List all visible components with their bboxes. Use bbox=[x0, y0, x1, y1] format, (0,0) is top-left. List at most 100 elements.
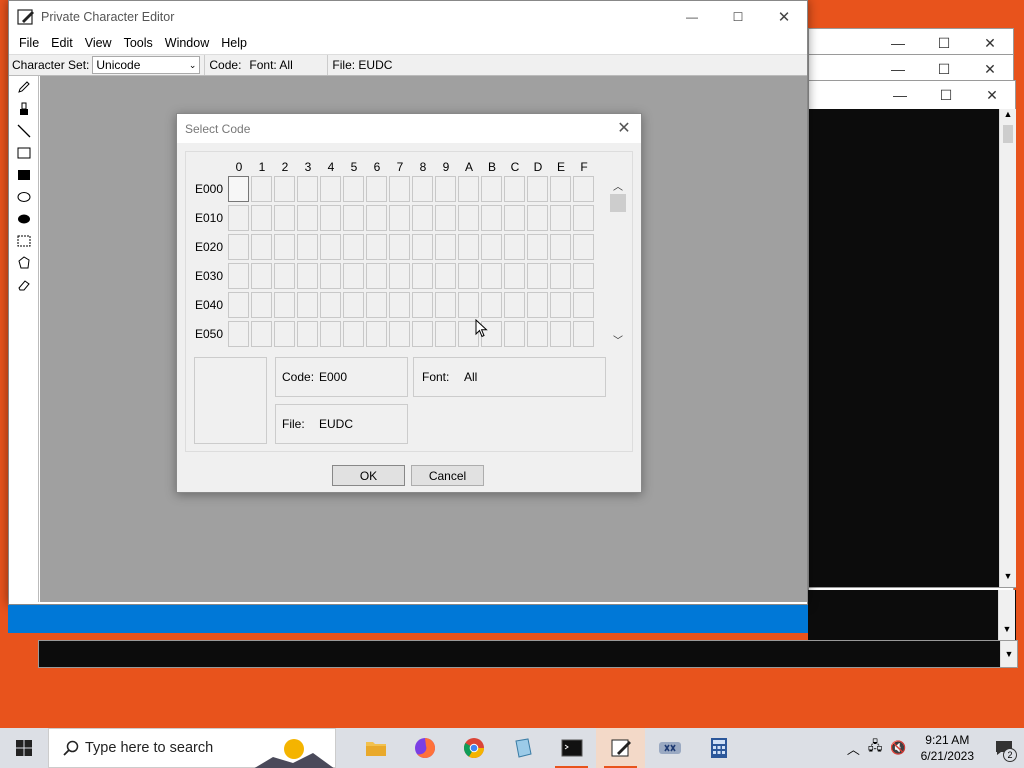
chevron-down-icon[interactable]: ﹀ bbox=[609, 330, 627, 348]
code-cell[interactable] bbox=[504, 205, 525, 231]
scroll-down-icon[interactable]: ▼ bbox=[1001, 641, 1017, 667]
chevron-up-icon[interactable]: ︿ bbox=[843, 739, 864, 758]
ok-button[interactable]: OK bbox=[332, 465, 405, 486]
code-cell[interactable] bbox=[550, 205, 571, 231]
code-cell[interactable] bbox=[297, 321, 318, 347]
code-cell[interactable] bbox=[274, 205, 295, 231]
code-cell[interactable] bbox=[504, 176, 525, 202]
start-button[interactable] bbox=[0, 728, 48, 768]
code-cell[interactable] bbox=[366, 176, 387, 202]
code-cell[interactable] bbox=[228, 321, 249, 347]
code-cell[interactable] bbox=[251, 321, 272, 347]
title-bar[interactable]: Private Character Editor — ☐ ✕ bbox=[9, 1, 807, 32]
code-cell[interactable] bbox=[389, 321, 410, 347]
code-cell[interactable] bbox=[435, 205, 456, 231]
code-cell[interactable] bbox=[481, 292, 502, 318]
maximize-icon[interactable]: ☐ bbox=[715, 1, 761, 32]
code-cell[interactable] bbox=[228, 263, 249, 289]
search-box[interactable]: Type here to search bbox=[48, 728, 336, 768]
code-cell[interactable] bbox=[412, 292, 433, 318]
code-cell[interactable] bbox=[389, 263, 410, 289]
code-cell[interactable] bbox=[412, 234, 433, 260]
code-cell[interactable] bbox=[458, 205, 479, 231]
filled-rectangle-icon[interactable] bbox=[9, 164, 38, 186]
minimize-icon[interactable]: — bbox=[877, 81, 923, 109]
line-icon[interactable] bbox=[9, 120, 38, 142]
code-cell[interactable] bbox=[251, 292, 272, 318]
clock[interactable]: 9:21 AM 6/21/2023 bbox=[911, 732, 984, 764]
code-cell[interactable] bbox=[274, 234, 295, 260]
code-cell[interactable] bbox=[435, 263, 456, 289]
code-cell[interactable] bbox=[504, 234, 525, 260]
close-icon[interactable]: ✕ bbox=[615, 119, 633, 137]
code-cell[interactable] bbox=[435, 234, 456, 260]
grid-scrollbar[interactable]: ︿ ﹀ bbox=[609, 176, 627, 348]
code-cell[interactable] bbox=[527, 234, 548, 260]
code-cell[interactable] bbox=[366, 321, 387, 347]
console-scrollbar[interactable]: ▲ ▼ bbox=[999, 109, 1016, 587]
code-cell[interactable] bbox=[297, 205, 318, 231]
code-cell[interactable] bbox=[251, 205, 272, 231]
code-cell[interactable] bbox=[320, 292, 341, 318]
code-cell[interactable] bbox=[274, 292, 295, 318]
code-cell[interactable] bbox=[389, 205, 410, 231]
file-explorer-icon[interactable] bbox=[351, 728, 400, 768]
code-cell[interactable] bbox=[504, 292, 525, 318]
code-cell[interactable] bbox=[481, 176, 502, 202]
code-cell[interactable] bbox=[228, 234, 249, 260]
pencil-icon[interactable] bbox=[9, 76, 38, 98]
code-cell[interactable] bbox=[297, 234, 318, 260]
close-icon[interactable]: ✕ bbox=[969, 81, 1015, 109]
code-cell[interactable] bbox=[343, 263, 364, 289]
hollow-rectangle-icon[interactable] bbox=[9, 142, 38, 164]
code-cell[interactable] bbox=[458, 263, 479, 289]
code-cell[interactable] bbox=[573, 176, 594, 202]
rectangular-selection-icon[interactable] bbox=[9, 230, 38, 252]
code-cell[interactable] bbox=[297, 292, 318, 318]
maximize-icon[interactable]: ☐ bbox=[921, 55, 967, 83]
code-cell[interactable] bbox=[481, 234, 502, 260]
code-cell[interactable] bbox=[251, 263, 272, 289]
menu-edit[interactable]: Edit bbox=[45, 36, 79, 50]
charset-select[interactable]: Unicode ⌄ bbox=[92, 56, 201, 74]
network-icon[interactable]: 🖧 bbox=[864, 737, 887, 759]
brush-icon[interactable] bbox=[9, 98, 38, 120]
code-cell[interactable] bbox=[251, 234, 272, 260]
eraser-icon[interactable] bbox=[9, 274, 38, 296]
code-cell[interactable] bbox=[527, 321, 548, 347]
background-console-window[interactable]: — ☐ ✕ ▲ ▼ bbox=[808, 80, 1016, 588]
code-cell[interactable] bbox=[389, 176, 410, 202]
code-cell[interactable] bbox=[343, 176, 364, 202]
maximize-icon[interactable]: ☐ bbox=[923, 81, 969, 109]
close-icon[interactable]: ✕ bbox=[967, 55, 1013, 83]
code-cell[interactable] bbox=[343, 321, 364, 347]
code-cell[interactable] bbox=[366, 263, 387, 289]
chevron-up-icon[interactable]: ︿ bbox=[609, 176, 627, 194]
dialog-title-bar[interactable]: Select Code ✕ bbox=[177, 114, 641, 143]
code-cell[interactable] bbox=[320, 205, 341, 231]
code-cell[interactable] bbox=[228, 292, 249, 318]
code-cell[interactable] bbox=[504, 263, 525, 289]
code-cell[interactable] bbox=[550, 263, 571, 289]
code-cell[interactable] bbox=[274, 263, 295, 289]
code-cell[interactable] bbox=[527, 292, 548, 318]
code-cell[interactable] bbox=[458, 234, 479, 260]
private-character-editor-icon[interactable] bbox=[596, 728, 645, 768]
code-cell[interactable] bbox=[274, 321, 295, 347]
code-cell[interactable] bbox=[573, 234, 594, 260]
code-cell[interactable] bbox=[343, 205, 364, 231]
scroll-thumb[interactable] bbox=[1003, 125, 1013, 143]
code-cell[interactable] bbox=[320, 321, 341, 347]
menu-view[interactable]: View bbox=[79, 36, 118, 50]
network-app-icon[interactable] bbox=[645, 728, 694, 768]
scroll-up-icon[interactable]: ▲ bbox=[1000, 109, 1016, 125]
code-cell[interactable] bbox=[435, 176, 456, 202]
code-cell[interactable] bbox=[412, 321, 433, 347]
selected-code-cell[interactable] bbox=[228, 176, 249, 202]
minimize-icon[interactable]: — bbox=[875, 29, 921, 57]
scroll-down-icon[interactable]: ▼ bbox=[1000, 571, 1016, 587]
code-cell[interactable] bbox=[343, 292, 364, 318]
code-cell[interactable] bbox=[389, 234, 410, 260]
code-cell[interactable] bbox=[458, 292, 479, 318]
close-icon[interactable]: ✕ bbox=[967, 29, 1013, 57]
